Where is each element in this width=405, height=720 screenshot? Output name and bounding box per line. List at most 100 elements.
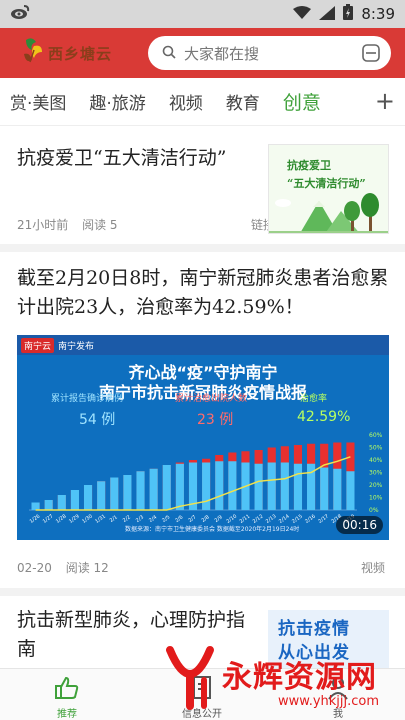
bar-active (254, 463, 263, 510)
bar-active (83, 485, 93, 510)
bar-active (320, 467, 329, 510)
category-tabs: 赏·美图 趣·旅游 视频 教育 创意 + (0, 78, 405, 126)
user-icon (327, 675, 349, 705)
bar-active (175, 463, 184, 510)
bar-active (333, 468, 342, 510)
x-tick-label: 1/26 (29, 514, 42, 525)
video-player[interactable]: 南宁云 南宁发布 齐心战“疫”守护南宁 南宁市抗击新冠肺炎疫情战报 累计报告确诊… (17, 335, 389, 540)
article-title: 抗击新型肺炎，心理防护指南 (17, 609, 246, 660)
app-name: 西乡塘云 (48, 44, 113, 63)
x-tick-label: 1/30 (81, 514, 94, 525)
bar-active (44, 500, 53, 510)
x-tick-label: 2/2 (122, 514, 132, 524)
signal-icon (319, 5, 336, 24)
bar-active (31, 502, 40, 510)
x-tick-label: 1/27 (42, 514, 55, 525)
nav-label: 信息公开 (182, 709, 222, 720)
divider (0, 588, 405, 596)
search-icon (162, 44, 176, 63)
tab-photos[interactable]: 赏·美图 (10, 89, 66, 114)
bar-active (202, 462, 211, 510)
app-header: 西乡塘云 大家都在搜 (0, 28, 405, 78)
y2-tick-label: 10% (369, 495, 383, 502)
list-item[interactable]: 截至2月20日8时，南宁新冠肺炎患者治愈累计出院23人，治愈率为42.59%！ … (0, 252, 405, 588)
bar-active (280, 462, 289, 510)
x-tick-label: 2/3 (135, 514, 145, 524)
article-thumbnail: 抗疫爱卫 “五大清洁行动” (268, 144, 389, 234)
thumbs-up-icon (54, 675, 80, 705)
x-tick-label: 2/1 (109, 514, 119, 524)
article-time: 21小时前 (17, 218, 69, 232)
logo-mark-icon (20, 36, 46, 70)
x-tick-label: 2/5 (161, 514, 171, 524)
article-reads: 阅读 5 (82, 218, 118, 232)
y2-tick-label: 0% (369, 507, 379, 514)
bar-active (70, 490, 79, 510)
nav-label: 推荐 (57, 709, 77, 720)
tab-video[interactable]: 视频 (169, 89, 203, 114)
x-tick-label: 2/17 (317, 514, 330, 525)
nav-label: 我 (333, 709, 343, 720)
tab-creative[interactable]: 创意 (283, 88, 321, 115)
y2-tick-label: 20% (369, 482, 383, 489)
bar-active (136, 471, 145, 510)
x-tick-label: 2/6 (174, 514, 184, 524)
battery-charging-icon (343, 4, 354, 24)
nav-info-public[interactable]: 信息公开 (152, 669, 252, 720)
x-tick-label: 2/4 (148, 514, 158, 524)
bar-active (97, 481, 106, 510)
document-icon (191, 675, 213, 705)
y2-tick-label: 30% (369, 470, 383, 477)
video-duration: 00:16 (336, 516, 383, 534)
search-placeholder: 大家都在搜 (184, 44, 260, 63)
bar-active (267, 462, 276, 510)
weibo-icon (10, 4, 30, 24)
x-tick-label: 2/9 (214, 514, 224, 524)
nav-me[interactable]: 我 (288, 669, 388, 720)
x-tick-label: 1/31 (94, 514, 107, 525)
article-thumbnail: 抗击疫情 从心出发 (268, 610, 389, 668)
x-tick-label: 2/16 (304, 514, 317, 525)
scan-icon[interactable] (361, 43, 381, 63)
tab-travel[interactable]: 趣·旅游 (89, 89, 145, 114)
clock: 8:39 (361, 5, 395, 23)
bottom-nav: 推荐 信息公开 我 (0, 668, 405, 720)
thumbnail-text: 抗击疫情 (278, 619, 350, 639)
x-tick-label: 1/29 (68, 514, 81, 525)
epidemic-bar-chart: 1/26 1/27 1/28 1/29 1/30 1/31 2/1 2/2 2/3 2/4 2/5 2… (29, 432, 383, 525)
bar-active (215, 461, 224, 510)
article-title: 截至2月20日8时，南宁新冠肺炎患者治愈累计出院23人，治愈率为42.59%！ (17, 267, 389, 318)
article-title: 抗疫爱卫“五大清洁行动” (17, 147, 227, 169)
bar-active (293, 463, 303, 510)
x-tick-label: 2/8 (201, 514, 211, 524)
x-tick-label: 2/7 (187, 514, 197, 524)
divider (0, 244, 405, 252)
article-meta: 02-20 阅读 12 (17, 559, 119, 576)
bar-active (346, 471, 355, 510)
thumbnail-text: 从心出发 (278, 643, 350, 663)
thumbnail-text: 抗疫爱卫 (287, 159, 331, 172)
bar-active (110, 477, 119, 510)
add-tab-icon[interactable]: + (375, 88, 395, 114)
list-item[interactable]: 抗击新型肺炎，心理防护指南 抗击疫情 从心出发 (0, 596, 405, 671)
article-time: 02-20 (17, 561, 52, 575)
y2-tick-label: 60% (369, 432, 383, 439)
bar-active (57, 495, 66, 510)
y2-tick-label: 50% (369, 445, 383, 452)
bar-active (123, 475, 132, 510)
search-bar[interactable]: 大家都在搜 (148, 36, 391, 70)
video-data-source: 数据来源：南宁市卫生健康委员会 数据截至2020年2月19日24时 (125, 526, 300, 533)
status-bar: 8:39 (0, 0, 405, 28)
nav-recommend[interactable]: 推荐 (17, 669, 117, 720)
article-reads: 阅读 12 (65, 561, 109, 575)
tab-education[interactable]: 教育 (226, 89, 260, 114)
bar-active (149, 468, 158, 510)
list-item[interactable]: 抗疫爱卫“五大清洁行动” 21小时前 阅读 5 链接 抗疫爱卫 “五大清洁行动” (0, 126, 405, 244)
wifi-icon (293, 5, 312, 24)
bar-active (162, 465, 171, 510)
bar-active (228, 461, 237, 510)
mountain-illustration-icon (269, 193, 388, 233)
article-type: 视频 (360, 561, 385, 575)
app-logo[interactable]: 西乡塘云 (20, 36, 112, 70)
article-meta: 21小时前 阅读 5 (17, 216, 128, 233)
